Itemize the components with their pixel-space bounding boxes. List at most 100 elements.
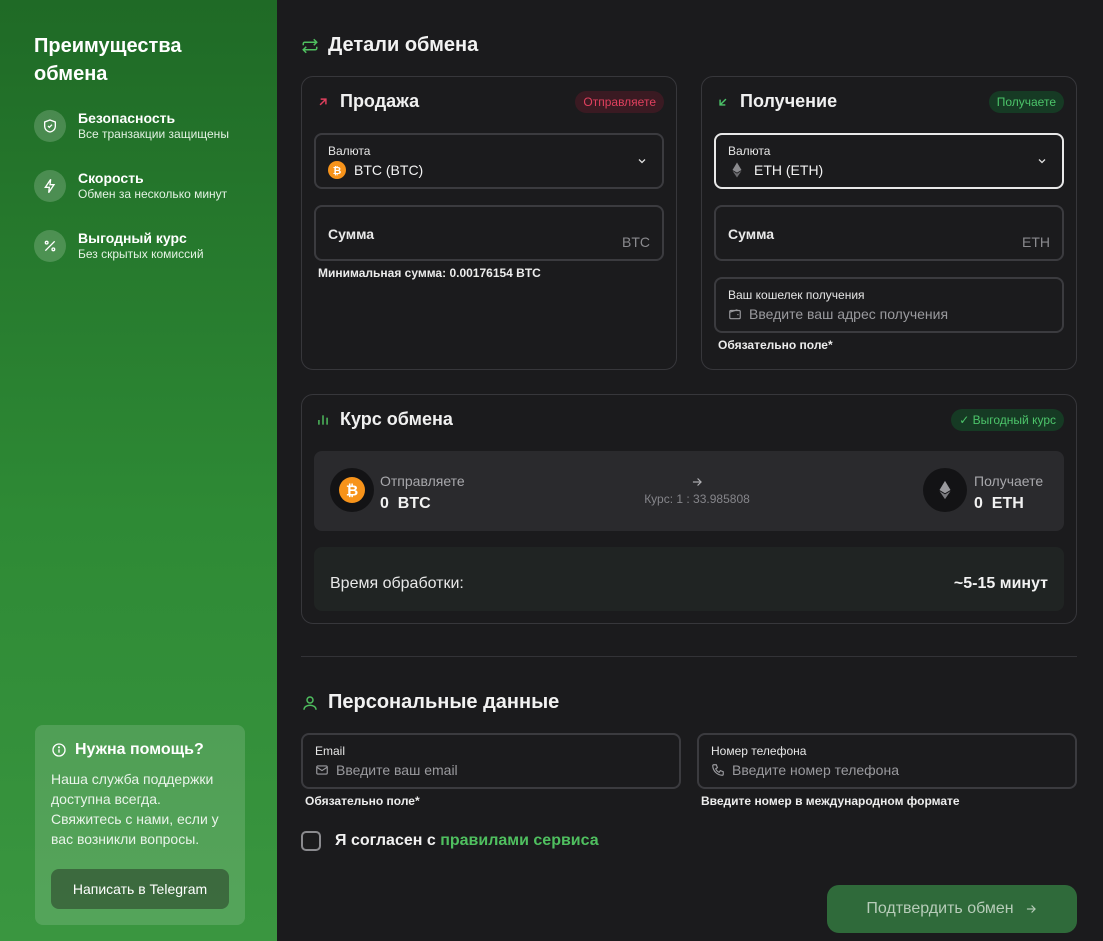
sell-title: Продажа [340,91,420,111]
field-label: Ваш кошелек получения [728,288,865,302]
currency-value: BTC (BTC) [354,162,424,178]
advantage-title: Выгодный курс [78,230,187,246]
arrow-right-icon [1026,905,1036,913]
field-placeholder: Введите ваш email [315,762,458,778]
email-placeholder: Введите ваш email [336,762,458,778]
terms-text: Я согласен с [335,832,441,849]
status-badge: Отправляете [575,91,664,113]
amount-unit: ETH [1022,234,1050,250]
status-badge: Получаете [988,91,1064,113]
field-value: ₿ BTC (BTC) [328,161,423,179]
shield-icon [34,110,66,142]
bitcoin-icon: ₿ [328,161,346,179]
chevron-down-icon [638,159,646,164]
receive-label: Получаете [974,473,1044,489]
wallet-required-note: Обязательно поле* [718,338,833,352]
sell-amount-input[interactable]: Сумма BTC [314,205,664,261]
rate-header: Курс обмена [316,409,453,430]
field-label: Валюта [328,144,371,158]
sell-header: Продажа [316,91,419,112]
field-label: Валюта [728,144,771,158]
processing-time: Время обработки: ~5-15 минут [314,547,1064,611]
email-required-note: Обязательно поле* [305,794,420,808]
advantage-security: Безопасность Все транзакции защищены [34,109,229,142]
ethereum-icon [923,468,967,512]
phone-format-note: Введите номер в международном формате [701,794,960,808]
rate-info: Курс: 1 : 33.985808 [640,475,754,506]
sell-card: Продажа Отправляете Валюта ₿ BTC (BTC) С… [301,76,677,370]
field-label: Номер телефона [711,744,807,758]
phone-icon [712,764,724,776]
confirm-label: Подтвердить обмен [866,900,1014,917]
arrow-right-icon [692,478,702,486]
send-amount: 0 BTC [380,495,431,512]
amount-label: Сумма [328,226,375,242]
receive-amount: 0 ETH [974,495,1024,512]
lightning-icon [34,170,66,202]
terms-link[interactable]: правилами сервиса [440,832,598,849]
wallet-placeholder: Введите ваш адрес получения [749,306,949,322]
help-title-text: Нужна помощь? [75,741,204,758]
help-title: Нужна помощь? [51,741,229,759]
advantage-rate: Выгодный курс Без скрытых комиссий [34,229,204,262]
page-title: Детали обмена [301,34,478,57]
receive-currency-select[interactable]: Валюта ETH (ETH) [714,133,1064,189]
amount-unit: BTC [622,234,650,250]
svg-text:₿: ₿ [333,165,342,177]
field-value: ETH (ETH) [728,161,823,179]
personal-title: Персональные данные [301,691,559,714]
swap-icon [302,38,318,53]
page-title-text: Детали обмена [328,34,479,56]
rate-card: Курс обмена ✓ Выгодный курс ₿ Отправляет… [301,394,1077,624]
terms-label: Я согласен с правилами сервиса [335,832,599,850]
sidebar-title: Преимущества обмена [34,35,182,85]
advantage-desc: Обмен за несколько минут [78,187,228,201]
wallet-icon [729,309,741,320]
send-label: Отправляете [380,473,465,489]
rate-text: Курс: 1 : 33.985808 [644,492,750,506]
receive-card: Получение Получаете Валюта ETH (ETH) Сум… [701,76,1077,370]
percent-icon [34,230,66,262]
advantages-sidebar: Преимущества обмена Безопасность Все тра… [0,0,277,941]
terms-checkbox[interactable] [301,831,321,851]
currency-value: ETH (ETH) [754,162,824,178]
advantage-desc: Без скрытых комиссий [78,247,204,261]
confirm-exchange-button[interactable]: Подтвердить обмен [827,885,1077,933]
email-field[interactable]: Email Введите ваш email [301,733,681,789]
arrow-down-left-icon [719,98,727,106]
wallet-address-input[interactable]: Ваш кошелек получения Введите ваш адрес … [714,277,1064,333]
chevron-down-icon [1038,159,1046,164]
advantage-title: Безопасность [78,110,176,126]
info-icon [52,743,66,757]
rate-title: Курс обмена [340,409,453,429]
field-placeholder: Введите ваш адрес получения [728,306,948,322]
sell-currency-select[interactable]: Валюта ₿ BTC (BTC) [314,133,664,189]
advantage-title: Скорость [78,170,144,186]
help-text: Наша служба поддержки доступна всегда. С… [51,771,219,847]
advantage-desc: Все транзакции защищены [78,127,229,141]
amount-label: Сумма [728,226,775,242]
help-card: Нужна помощь? Наша служба поддержки дост… [35,725,245,925]
telegram-button[interactable]: Написать в Telegram [51,869,229,909]
user-icon [303,695,317,710]
bar-chart-icon [318,414,328,425]
field-placeholder: Введите номер телефона [711,762,899,778]
phone-field[interactable]: Номер телефона Введите номер телефона [697,733,1077,789]
exchange-main: Детали обмена Продажа Отправляете Валюта… [277,0,1103,941]
ethereum-icon [732,162,742,178]
min-amount-note: Минимальная сумма: 0.00176154 BTC [318,266,541,280]
phone-placeholder: Введите номер телефона [732,762,899,778]
rate-summary: ₿ Отправляете 0 BTC Курс: 1 : 33.985808 … [314,451,1064,531]
bitcoin-icon: ₿ [330,468,374,512]
processing-time-value: ~5-15 минут [953,575,1048,592]
advantage-speed: Скорость Обмен за несколько минут [34,169,227,202]
receive-title: Получение [740,91,838,111]
svg-text:₿: ₿ [346,481,358,499]
personal-title-text: Персональные данные [328,691,560,713]
good-rate-badge: ✓ Выгодный курс [951,409,1064,431]
processing-time-label: Время обработки: [330,575,464,592]
field-label: Email [315,744,346,758]
arrow-up-right-icon [319,97,327,105]
receive-amount-input[interactable]: Сумма ETH [714,205,1064,261]
mail-icon [316,765,328,775]
